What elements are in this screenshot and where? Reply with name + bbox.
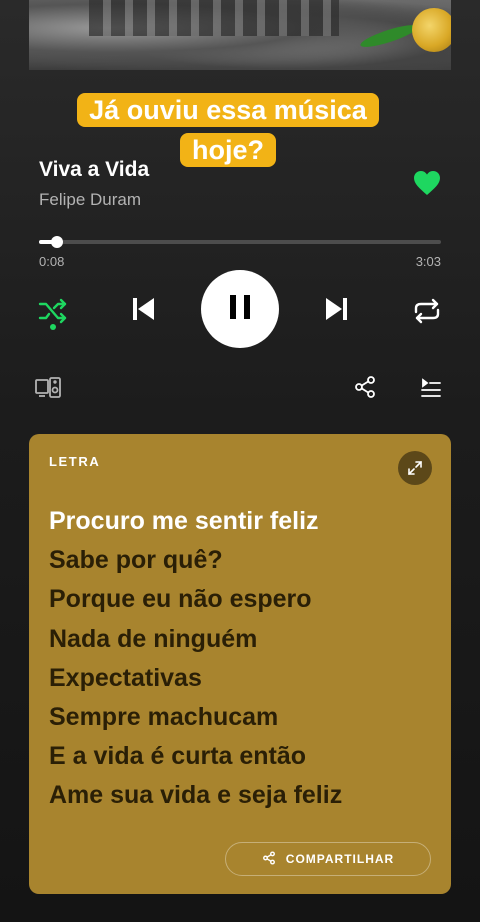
lyric-line[interactable]: Nada de ninguém — [49, 620, 342, 659]
heart-icon[interactable] — [413, 170, 441, 196]
share-lyrics-button[interactable]: COMPARTILHAR — [225, 842, 431, 876]
lyrics-card[interactable]: LETRA Procuro me sentir feliz Sabe por q… — [29, 434, 451, 894]
track-artist[interactable]: Felipe Duram — [39, 190, 141, 210]
album-artwork — [29, 0, 451, 70]
lyric-line[interactable]: Ame sua vida e seja feliz — [49, 776, 342, 815]
lyric-line[interactable]: E a vida é curta então — [49, 737, 342, 776]
lyric-line[interactable]: Sabe por quê? — [49, 541, 342, 580]
pause-button[interactable] — [201, 270, 279, 348]
elapsed-time: 0:08 — [39, 254, 65, 269]
skip-previous-icon[interactable] — [126, 292, 160, 326]
artwork-tank-tracks — [89, 0, 339, 36]
queue-icon[interactable] — [417, 374, 445, 402]
shuffle-icon[interactable] — [36, 294, 70, 328]
lyric-line[interactable]: Expectativas — [49, 659, 342, 698]
track-title[interactable]: Viva a Vida — [39, 158, 149, 182]
artwork-rose-stem — [358, 21, 420, 51]
shuffle-active-indicator — [50, 324, 56, 330]
lyrics-lines: Procuro me sentir feliz Sabe por quê? Po… — [49, 502, 342, 816]
progress-handle[interactable] — [50, 236, 63, 248]
skip-next-icon[interactable] — [320, 292, 354, 326]
connect-devices-icon[interactable] — [33, 374, 63, 402]
progress-bar[interactable] — [39, 236, 441, 248]
expand-icon[interactable] — [398, 451, 432, 485]
share-icon — [262, 850, 276, 868]
share-icon[interactable] — [352, 374, 378, 400]
overlay-caption-text: Já ouviu essa música hoje? — [77, 93, 379, 167]
lyric-line[interactable]: Procuro me sentir feliz — [49, 502, 342, 541]
lyrics-header: LETRA — [49, 454, 101, 469]
pause-icon — [227, 293, 253, 326]
lyric-line[interactable]: Sempre machucam — [49, 698, 342, 737]
lyric-line[interactable]: Porque eu não espero — [49, 580, 342, 619]
share-lyrics-label: COMPARTILHAR — [285, 852, 395, 866]
repeat-icon[interactable] — [410, 294, 444, 328]
artwork-yellow-rose — [412, 8, 451, 52]
total-duration: 3:03 — [415, 254, 441, 269]
